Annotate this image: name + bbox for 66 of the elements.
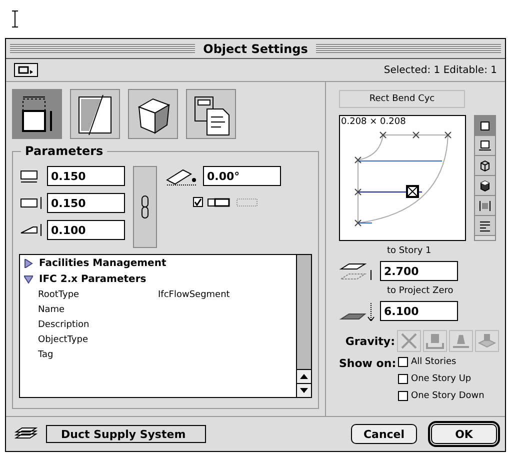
- text-cursor-icon: [10, 10, 20, 28]
- view-button[interactable]: [475, 156, 495, 176]
- view-button[interactable]: [475, 176, 495, 196]
- settings-tab[interactable]: [12, 89, 62, 139]
- property-name: Name: [38, 305, 66, 315]
- section-view-icon: [478, 198, 492, 212]
- chain-link-icon: [141, 195, 149, 219]
- view-button[interactable]: [475, 136, 495, 156]
- checkbox-label: One Story Up: [411, 374, 472, 384]
- view-button[interactable]: [475, 216, 495, 236]
- gravity-top-icon: [425, 331, 445, 351]
- collapse-triangle-icon[interactable]: [24, 275, 33, 284]
- elevation-field[interactable]: 2.700: [380, 261, 458, 281]
- dialog-button[interactable]: Cancel: [351, 424, 417, 444]
- story-checkbox[interactable]: [398, 391, 408, 401]
- size-field[interactable]: 0.150: [47, 193, 125, 213]
- elevation-label: to Story 1: [387, 246, 432, 256]
- elevation-field[interactable]: 6.100: [380, 301, 458, 321]
- scroll-down-icon[interactable]: [297, 383, 311, 397]
- dimension-label: 0.208 × 0.208: [341, 117, 406, 127]
- expand-triangle-icon[interactable]: [24, 259, 33, 268]
- size-field[interactable]: 0.100: [47, 220, 125, 240]
- checkbox-label: One Story Down: [411, 391, 484, 401]
- angle-field[interactable]: 0.00°: [203, 166, 281, 186]
- property-name: Tag: [38, 350, 54, 360]
- object-name: Rect Bend Cyc: [339, 90, 465, 108]
- wire-view-icon: [478, 158, 492, 172]
- property-value: IfcFlowSegment: [158, 290, 230, 300]
- dialog-button[interactable]: OK: [431, 424, 497, 444]
- settings-tab[interactable]: [70, 89, 120, 139]
- dimension-icon: [19, 222, 43, 238]
- settings-tab[interactable]: [128, 89, 178, 139]
- settings-tab[interactable]: [186, 89, 236, 139]
- scroll-up-icon[interactable]: [297, 369, 311, 383]
- window-title: Object Settings: [202, 42, 309, 56]
- solid-view-icon: [478, 178, 492, 192]
- gravity-none-icon: [399, 331, 419, 351]
- property-name: Description: [38, 320, 90, 330]
- scrollbar[interactable]: [296, 255, 311, 397]
- elevation-icon: [339, 301, 377, 321]
- property-name: ObjectType: [38, 335, 89, 345]
- story-checkbox[interactable]: [398, 374, 408, 384]
- mirror-off-icon: [235, 196, 259, 208]
- list-view-icon: [478, 218, 492, 232]
- elevation-label: to Project Zero: [387, 286, 454, 296]
- mirror-icon: [207, 196, 231, 208]
- group-title: Parameters: [21, 144, 108, 158]
- show-on-label: Show on:: [339, 357, 395, 372]
- floor-view-icon: [478, 138, 492, 152]
- layer-popup-button[interactable]: Duct Supply System: [46, 425, 206, 443]
- group-header[interactable]: IFC 2.x Parameters: [39, 274, 146, 285]
- checkbox-label: All Stories: [411, 357, 456, 367]
- property-name: RootType: [38, 290, 80, 300]
- story-checkbox[interactable]: [398, 357, 408, 367]
- group-header[interactable]: Facilities Management: [39, 258, 166, 269]
- gravity-label: Gravity:: [344, 334, 395, 348]
- view-popup-button[interactable]: [14, 63, 38, 77]
- mirror-checkbox[interactable]: [193, 197, 203, 207]
- size-field[interactable]: 0.150: [47, 166, 125, 186]
- dimension-icon: [19, 196, 43, 210]
- plan-view-icon: [478, 118, 492, 132]
- view-button[interactable]: [475, 196, 495, 216]
- link-button[interactable]: [133, 166, 157, 248]
- window-icon: [18, 66, 34, 74]
- selection-status: Selected: 1 Editable: 1: [384, 64, 497, 76]
- view-button[interactable]: [475, 116, 495, 136]
